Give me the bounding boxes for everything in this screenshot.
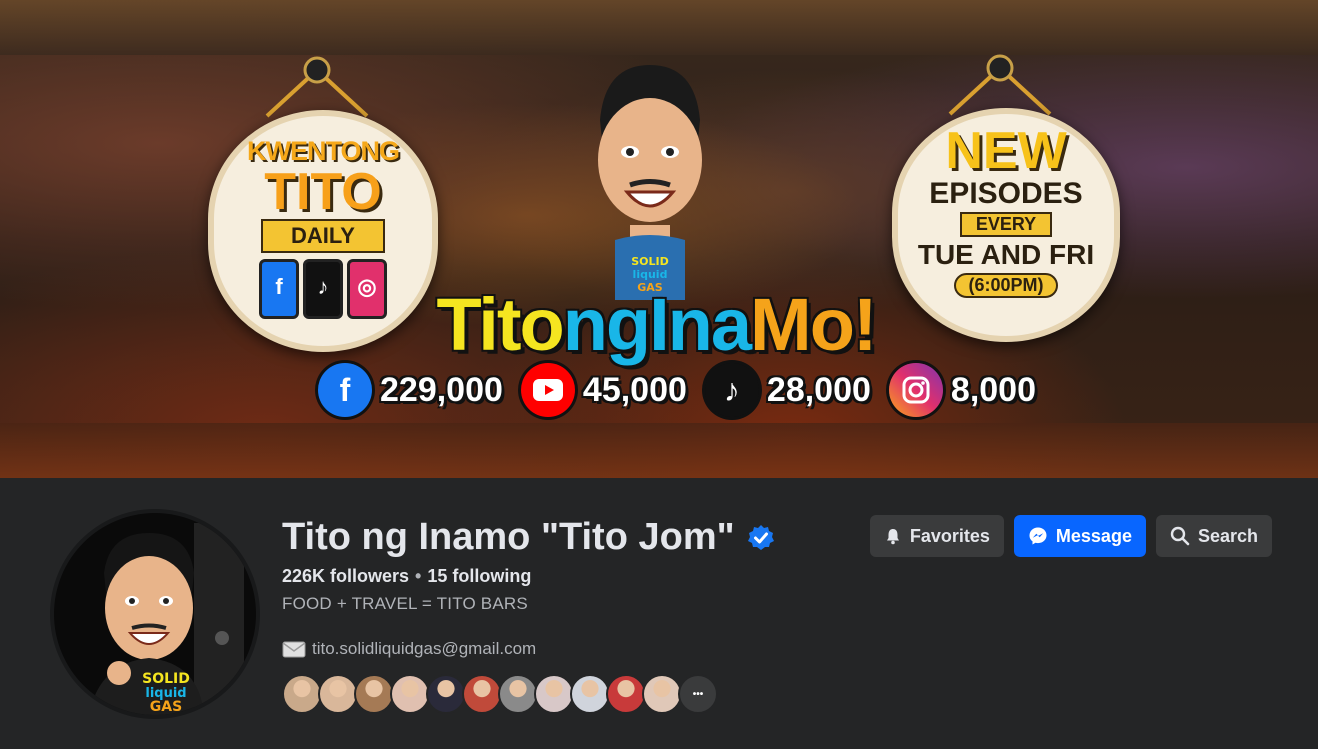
email-link[interactable]: tito.solidliquidgas@gmail.com [312,639,536,659]
tiktok-icon: ♪ [704,363,759,417]
instagram-phone-icon: ◎ [347,259,387,319]
separator-dot: • [415,566,422,586]
mascot-caricature: SOLID liquid GAS [585,60,715,300]
svg-text:liquid: liquid [633,268,668,281]
follower-avatar[interactable] [498,674,538,714]
episodes-line-2: EPISODES [929,177,1083,210]
profile-header: SOLID liquid GAS Tito ng Inamo "Tito Jom… [0,478,1318,749]
follower-avatars: ••• [282,674,718,714]
follower-avatar[interactable] [390,674,430,714]
kwentong-tito-badge: KWENTONG TITO DAILY f ♪ ◎ [208,110,438,352]
page-bio: FOOD + TRAVEL = TITO BARS [282,594,528,613]
youtube-icon [520,363,575,417]
brand-title: TitongInaMo! [436,282,877,367]
tiktok-phone-icon: ♪ [303,259,343,319]
page-actions: Favorites Message Search [869,515,1272,557]
svg-text:SOLID: SOLID [631,255,669,268]
follower-avatar[interactable] [354,674,394,714]
cover-food-band-bottom [0,423,1318,478]
social-phones: f ♪ ◎ [214,259,432,319]
svg-text:GAS: GAS [150,699,182,715]
favorites-button[interactable]: Favorites [869,515,1004,557]
cover-food-band-top [0,0,1318,55]
cover-photo[interactable]: KWENTONG TITO DAILY f ♪ ◎ NEW EPISODES E… [0,0,1318,478]
follow-counts: 226K followers • 15 following [282,566,531,587]
follower-avatar[interactable] [534,674,574,714]
tiktok-count: 28,000 [766,370,871,409]
brand-part-2: ngIna [562,283,752,366]
email-row: tito.solidliquidgas@gmail.com [282,639,536,659]
badge-line-3: DAILY [261,219,385,253]
mail-icon [282,641,306,657]
search-label: Search [1197,525,1258,546]
message-button[interactable]: Message [1013,515,1146,557]
followers-link[interactable]: 226K followers [282,566,409,586]
instagram-icon [888,363,943,417]
follower-avatar[interactable] [606,674,646,714]
verified-badge-icon[interactable] [747,524,775,552]
profile-avatar[interactable]: SOLID liquid GAS [54,513,256,715]
svg-text:SOLID: SOLID [142,671,190,687]
bell-icon [886,529,899,545]
facebook-count: 229,000 [380,370,503,409]
page-name-row: Tito ng Inamo "Tito Jom" [282,516,775,559]
episodes-line-3: EVERY [959,212,1053,237]
social-stats: f 229,000 45,000 ♪ 28,000 8,000 [318,363,1046,417]
episodes-line-5: (6:00PM) [954,273,1058,298]
episodes-line-1: NEW [945,122,1067,180]
instagram-count: 8,000 [950,370,1036,409]
follower-avatar[interactable] [462,674,502,714]
follower-avatar[interactable] [282,674,322,714]
facebook-phone-icon: f [259,259,299,319]
youtube-count: 45,000 [582,370,687,409]
page-title: Tito ng Inamo "Tito Jom" [282,516,735,558]
follower-avatar[interactable] [318,674,358,714]
following-link[interactable]: 15 following [427,566,531,586]
more-followers-icon[interactable]: ••• [678,674,718,714]
messenger-icon [1029,527,1047,545]
follower-avatar[interactable] [642,674,682,714]
favorites-label: Favorites [909,525,990,546]
left-hanger-icon [262,56,372,118]
message-label: Message [1055,525,1132,546]
follower-avatar[interactable] [570,674,610,714]
new-episodes-badge: NEW EPISODES EVERY TUE AND FRI (6:00PM) [892,108,1120,342]
facebook-icon: f [318,363,372,417]
episodes-line-4: TUE AND FRI [917,239,1095,270]
follower-avatar[interactable] [426,674,466,714]
badge-line-2: TITO [264,163,382,221]
brand-part-1: Tito [436,283,564,366]
brand-part-3: Mo! [750,283,877,366]
search-button[interactable]: Search [1155,515,1272,557]
right-hanger-icon [945,54,1055,116]
search-icon [1170,526,1190,546]
